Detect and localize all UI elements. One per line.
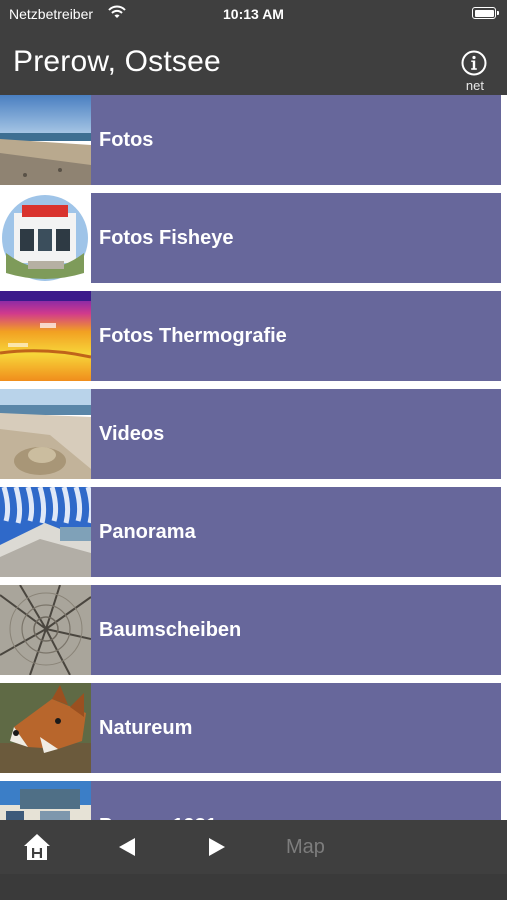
map-button[interactable]: Map	[286, 836, 325, 859]
prerow-1931-thumbnail	[0, 781, 91, 820]
forward-arrow-icon[interactable]	[208, 837, 226, 862]
info-sublabel: net	[465, 78, 484, 93]
list-item-fotos-fisheye[interactable]: Fotos Fisheye	[0, 193, 507, 291]
bottom-toolbar: Map	[0, 820, 507, 874]
back-arrow-icon[interactable]	[118, 837, 136, 862]
panorama-thumbnail	[0, 487, 91, 577]
list-item-videos[interactable]: Videos	[0, 389, 507, 487]
list-item-label: Panorama	[99, 521, 196, 543]
list-item-baumscheiben[interactable]: Baumscheiben	[0, 585, 507, 683]
list-item-fotos[interactable]: Fotos	[0, 95, 507, 193]
baumscheiben-thumbnail	[0, 585, 91, 675]
battery-icon	[472, 7, 499, 19]
list-item-natureum[interactable]: Natureum	[0, 683, 507, 781]
home-icon[interactable]	[24, 833, 50, 861]
natureum-thumbnail	[0, 683, 91, 773]
fotos-thermografie-thumbnail	[0, 291, 91, 381]
list-item-fotos-thermografie[interactable]: Fotos Thermografie	[0, 291, 507, 389]
page-title: Prerow, Ostsee	[13, 45, 221, 78]
info-icon[interactable]	[461, 50, 487, 76]
navigation-header: Prerow, Ostsee net	[0, 28, 507, 95]
list-item-label: Prerow 1931	[99, 781, 217, 820]
status-bar: Netzbetreiber 10:13 AM	[0, 0, 507, 28]
videos-thumbnail	[0, 389, 91, 479]
fotos-thumbnail	[0, 95, 91, 185]
fotos-fisheye-thumbnail	[0, 193, 91, 283]
clock: 10:13 AM	[223, 6, 284, 22]
list-item-label: Natureum	[99, 717, 193, 739]
list-item-panorama[interactable]: Panorama	[0, 487, 507, 585]
list-item-label: Baumscheiben	[99, 619, 242, 641]
list-item-label: Fotos	[99, 129, 154, 151]
list-item-label: Fotos Fisheye	[99, 227, 234, 249]
category-list[interactable]: Fotos Fotos Fisheye Fotos Thermografie V…	[0, 95, 507, 820]
list-item-label: Fotos Thermografie	[99, 325, 287, 347]
list-item-label: Videos	[99, 423, 165, 445]
list-item-prerow-1931[interactable]: Prerow 1931	[0, 781, 507, 820]
bottom-safe-area	[0, 874, 507, 900]
